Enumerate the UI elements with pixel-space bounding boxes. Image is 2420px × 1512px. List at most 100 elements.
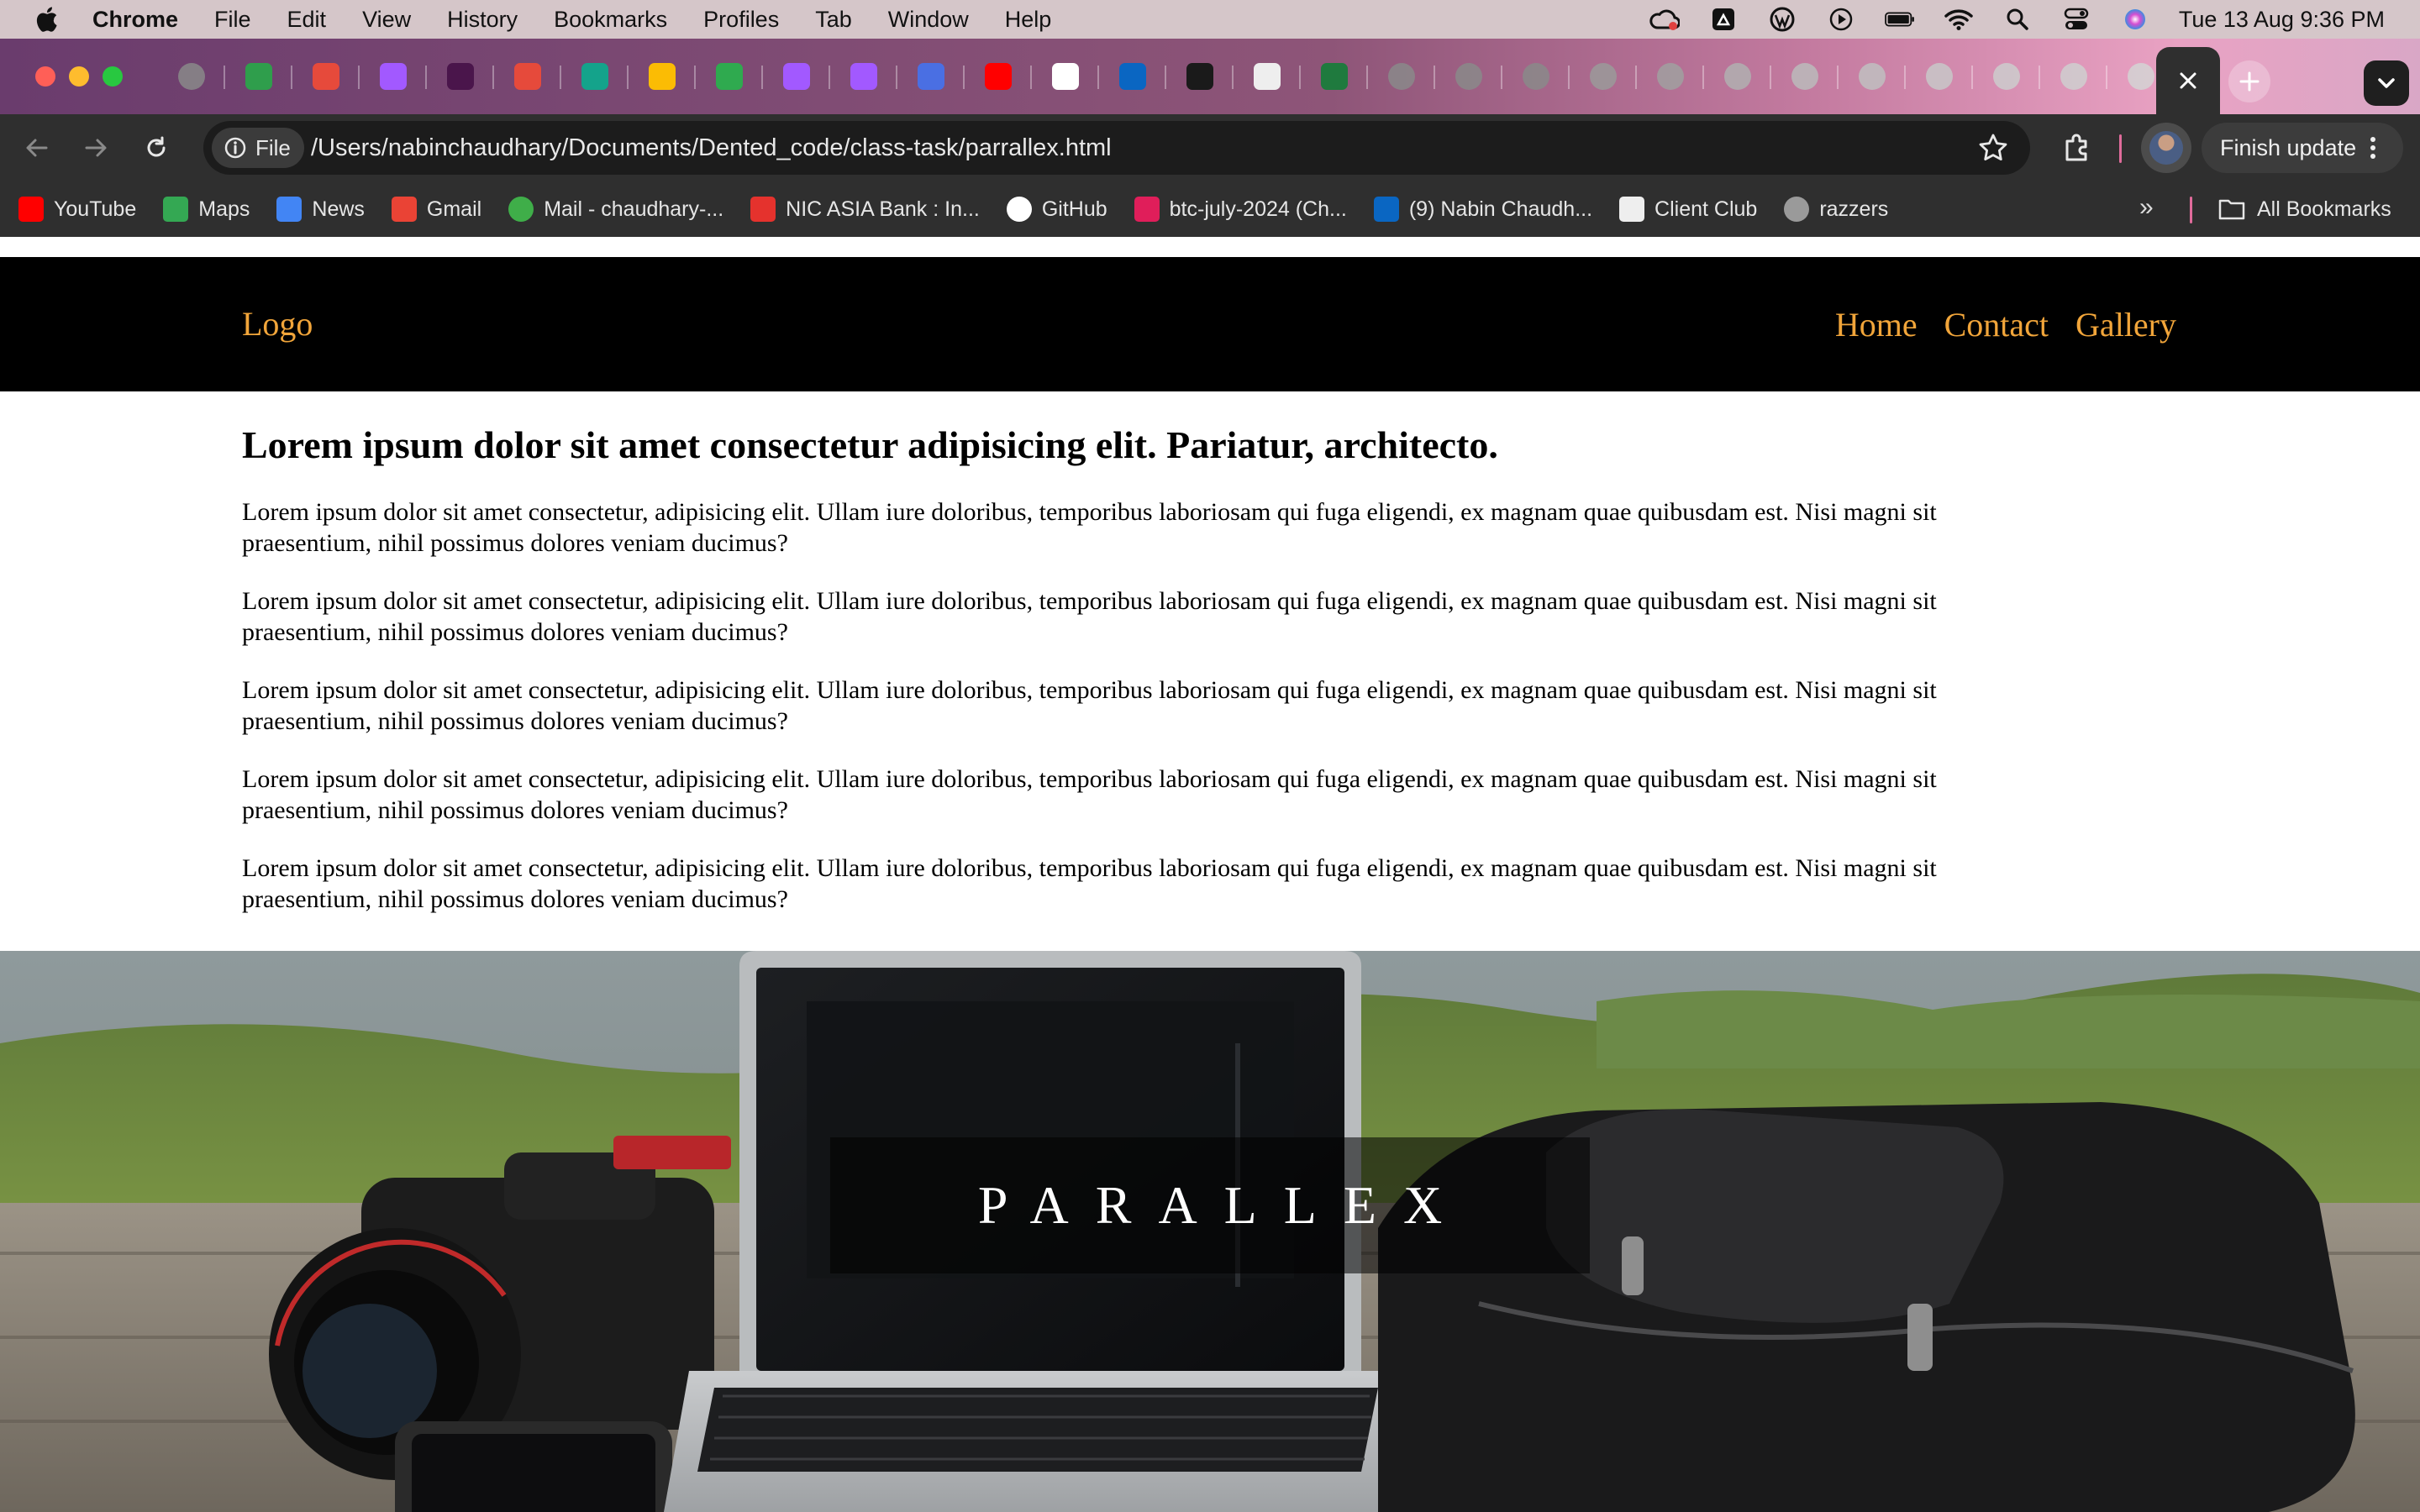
- browser-tab[interactable]: [1839, 50, 1906, 102]
- address-bar[interactable]: File /Users/nabinchaudhary/Documents/Den…: [203, 121, 2030, 175]
- browser-tab[interactable]: [2040, 50, 2107, 102]
- bookmark-item[interactable]: NIC ASIA Bank : In...: [750, 197, 980, 222]
- browser-tab[interactable]: [158, 50, 225, 102]
- bookmark-star-icon[interactable]: [1978, 133, 2008, 163]
- browser-tab[interactable]: [1435, 50, 1502, 102]
- browser-tab[interactable]: [1166, 50, 1234, 102]
- nav-link-gallery[interactable]: Gallery: [2075, 305, 2176, 344]
- bookmark-label: btc-july-2024 (Ch...: [1169, 197, 1347, 221]
- bookmark-label: Gmail: [426, 197, 482, 221]
- site-info-chip[interactable]: File: [212, 128, 304, 168]
- spotlight-search-icon[interactable]: [2002, 7, 2033, 32]
- back-button[interactable]: [17, 128, 57, 168]
- bookmark-item[interactable]: Maps: [163, 197, 250, 222]
- active-tab[interactable]: [2156, 47, 2220, 114]
- creative-cloud-icon[interactable]: [1649, 7, 1680, 32]
- menu-file[interactable]: File: [214, 7, 251, 33]
- apple-logo-icon[interactable]: [34, 6, 59, 33]
- siri-icon[interactable]: [2120, 7, 2150, 32]
- page-icon: [1619, 197, 1645, 222]
- menu-edit[interactable]: Edit: [287, 7, 327, 33]
- bookmark-item[interactable]: Gmail: [391, 197, 482, 222]
- menu-history[interactable]: History: [447, 7, 518, 33]
- browser-tab[interactable]: [225, 50, 292, 102]
- browser-tab[interactable]: [292, 50, 360, 102]
- menu-app-name[interactable]: Chrome: [92, 7, 178, 33]
- window-minimize-button[interactable]: [69, 66, 89, 87]
- browser-tab[interactable]: [1637, 50, 1704, 102]
- arrow-right-icon: [85, 139, 107, 157]
- bookmark-label: Mail - chaudhary-...: [544, 197, 724, 221]
- more-bookmarks-chevron-icon[interactable]: »: [2139, 195, 2168, 223]
- wifi-icon[interactable]: [1944, 7, 1974, 32]
- browser-tab[interactable]: [427, 50, 494, 102]
- browser-tab[interactable]: [629, 50, 696, 102]
- browser-tab[interactable]: [696, 50, 763, 102]
- globe-icon: [2060, 63, 2087, 90]
- browser-tab[interactable]: [360, 50, 427, 102]
- url-text[interactable]: /Users/nabinchaudhary/Documents/Dented_c…: [311, 121, 1112, 175]
- bookmark-item[interactable]: razzers: [1784, 197, 1888, 222]
- bookmark-item[interactable]: Mail - chaudhary-...: [508, 197, 723, 222]
- browser-tab[interactable]: [897, 50, 965, 102]
- browser-tab[interactable]: [1301, 50, 1368, 102]
- info-icon: [224, 137, 246, 159]
- browser-tab[interactable]: [1032, 50, 1099, 102]
- menu-view[interactable]: View: [362, 7, 411, 33]
- browser-tab[interactable]: [1368, 50, 1435, 102]
- browser-tab[interactable]: [965, 50, 1032, 102]
- bookmark-item[interactable]: GitHub: [1006, 197, 1107, 222]
- browser-tab[interactable]: [561, 50, 629, 102]
- menu-tab[interactable]: Tab: [815, 7, 852, 33]
- menubar-clock[interactable]: Tue 13 Aug 9:36 PM: [2179, 7, 2385, 33]
- window-zoom-button[interactable]: [103, 66, 123, 87]
- browser-tab[interactable]: [1502, 50, 1570, 102]
- reload-button[interactable]: [136, 128, 176, 168]
- browser-tab[interactable]: [1973, 50, 2040, 102]
- hero-caption-text: PARALLEX: [977, 1175, 1470, 1235]
- browser-tab[interactable]: [1771, 50, 1839, 102]
- browser-tab[interactable]: [1234, 50, 1301, 102]
- browser-tab[interactable]: [1099, 50, 1166, 102]
- menu-bookmarks[interactable]: Bookmarks: [554, 7, 667, 33]
- globe-icon: [178, 63, 205, 90]
- battery-icon[interactable]: [1885, 7, 1915, 32]
- nav-link-contact[interactable]: Contact: [1944, 305, 2049, 344]
- wordpress-icon[interactable]: [1767, 7, 1797, 32]
- finish-update-button[interactable]: Finish update: [2202, 123, 2403, 173]
- menu-window[interactable]: Window: [888, 7, 969, 33]
- browser-tab-strip: [0, 39, 2420, 114]
- forward-button[interactable]: [76, 128, 116, 168]
- window-close-button[interactable]: [35, 66, 55, 87]
- paragraph: Lorem ipsum dolor sit amet consectetur, …: [242, 498, 1937, 558]
- bookmark-item[interactable]: Client Club: [1619, 197, 1757, 222]
- browser-tab[interactable]: [1570, 50, 1637, 102]
- browser-tab[interactable]: [1906, 50, 1973, 102]
- new-tab-button[interactable]: [2228, 60, 2270, 102]
- bookmark-item[interactable]: btc-july-2024 (Ch...: [1134, 197, 1347, 222]
- menu-help[interactable]: Help: [1005, 7, 1052, 33]
- folder-icon: [2218, 199, 2245, 220]
- tab-search-button[interactable]: [2364, 60, 2409, 106]
- browser-tab[interactable]: [830, 50, 897, 102]
- control-center-icon[interactable]: [2061, 7, 2091, 32]
- all-bookmarks-button[interactable]: All Bookmarks: [2218, 181, 2391, 237]
- paragraph: Lorem ipsum dolor sit amet consectetur, …: [242, 854, 1937, 914]
- finish-update-label: Finish update: [2220, 134, 2357, 160]
- close-tab-icon[interactable]: [2179, 71, 2197, 90]
- bookmark-item[interactable]: News: [276, 197, 365, 222]
- nav-link-home[interactable]: Home: [1835, 305, 1918, 344]
- bookmark-item[interactable]: YouTube: [18, 197, 136, 222]
- menu-profiles[interactable]: Profiles: [703, 7, 779, 33]
- extensions-puzzle-icon[interactable]: [2059, 129, 2096, 166]
- w-icon: [1321, 63, 1348, 90]
- bookmarks-list: YouTube Maps News Gmail Mail - chaudhary-...…: [18, 181, 1915, 237]
- site-logo[interactable]: Logo: [242, 257, 313, 391]
- browser-tab[interactable]: [494, 50, 561, 102]
- browser-tab[interactable]: [1704, 50, 1771, 102]
- bookmark-item[interactable]: (9) Nabin Chaudh...: [1373, 197, 1592, 222]
- browser-tab[interactable]: [763, 50, 830, 102]
- play-icon[interactable]: [1826, 7, 1856, 32]
- profile-avatar[interactable]: [2141, 123, 2191, 173]
- google-drive-icon[interactable]: [1708, 7, 1739, 32]
